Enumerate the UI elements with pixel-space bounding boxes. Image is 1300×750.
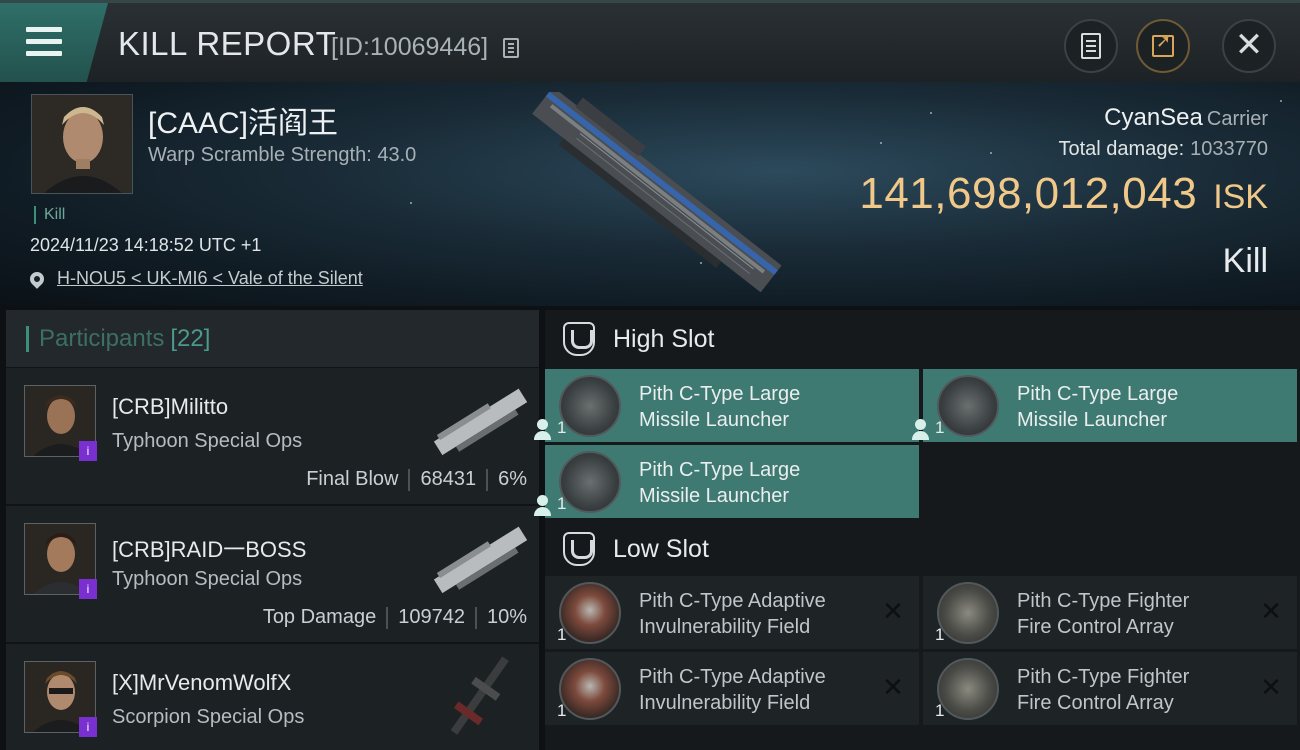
kill-value-info: CyanSea Carrier Total damage: 1033770 141,… bbox=[859, 104, 1268, 219]
participant-stats: Final Blow 68431 6% bbox=[306, 468, 527, 491]
total-damage-value: 1033770 bbox=[1190, 138, 1268, 160]
close-icon: ✕ bbox=[1234, 24, 1264, 65]
victim-ship-image[interactable] bbox=[520, 92, 790, 292]
participant-name: [CRB]Militto bbox=[112, 394, 229, 419]
participants-header[interactable]: Participants [22] bbox=[6, 310, 539, 368]
module-quantity: 1 bbox=[557, 625, 567, 644]
participant-ship: Scorpion Special Ops bbox=[112, 706, 305, 728]
result-label: Kill bbox=[1222, 242, 1268, 280]
participant-ship-image bbox=[433, 526, 528, 594]
kill-id: [ID:10069446] bbox=[331, 33, 489, 61]
low-slot-label: Low Slot bbox=[613, 534, 709, 563]
low-slot-icon bbox=[563, 532, 595, 566]
module-item[interactable]: 1 Pith C-Type Adaptive Invulnerability Fi… bbox=[545, 576, 919, 649]
module-quantity: 1 bbox=[935, 418, 945, 437]
participant-row[interactable]: i [X]MrVenomWolfX Scorpion Special Ops bbox=[6, 644, 539, 750]
high-slot-label: High Slot bbox=[613, 324, 715, 353]
destroyed-icon: ✕ bbox=[1260, 597, 1282, 627]
info-badge[interactable]: i bbox=[79, 717, 97, 737]
module-item[interactable]: 1 Pith C-Type Large Missile Launcher bbox=[534, 445, 919, 518]
destroyed-icon: ✕ bbox=[1260, 673, 1282, 703]
participant-percent: 6% bbox=[498, 468, 527, 490]
victim-summary: [CAAC]活阎王 Warp Scramble Strength: 43.0 K… bbox=[0, 82, 1300, 306]
report-button[interactable] bbox=[1064, 19, 1118, 73]
kill-datetime: 2024/11/23 14:18:52 UTC +1 bbox=[30, 235, 262, 255]
module-quantity: 1 bbox=[557, 418, 567, 437]
participant-ship-image bbox=[450, 656, 509, 735]
victim-name[interactable]: [CAAC]活阎王 bbox=[148, 98, 338, 142]
missile-launcher-icon bbox=[559, 375, 621, 437]
location[interactable]: H-NOU5 < UK-MI6 < Vale of the Silent bbox=[27, 268, 363, 289]
ship-class: Carrier bbox=[1206, 108, 1268, 130]
copy-icon[interactable] bbox=[503, 38, 519, 58]
dropped-icon bbox=[909, 418, 933, 442]
victim-portrait[interactable] bbox=[31, 94, 133, 194]
module-name: Pith C-Type Large Missile Launcher bbox=[639, 459, 801, 507]
participant-damage: 109742 bbox=[398, 606, 465, 628]
module-item[interactable]: 1 Pith C-Type Large Missile Launcher bbox=[534, 369, 919, 442]
participants-label: Participants bbox=[39, 324, 165, 352]
participants-count: [22] bbox=[170, 324, 211, 352]
isk-unit: ISK bbox=[1213, 178, 1268, 216]
info-badge[interactable]: i bbox=[79, 579, 97, 599]
participants-panel: Participants [22] i [CRB]Militto Typhoon… bbox=[6, 310, 539, 750]
total-damage-label: Total damage: bbox=[1058, 138, 1185, 160]
module-name: Pith C-Type Fighter Fire Control Array bbox=[1017, 590, 1190, 638]
participant-ship: Typhoon Special Ops bbox=[112, 430, 303, 452]
fire-control-array-icon bbox=[937, 658, 999, 720]
kill-tag: Kill bbox=[34, 206, 65, 224]
high-slot-header: High Slot bbox=[545, 310, 1300, 368]
info-badge[interactable]: i bbox=[79, 441, 97, 461]
module-quantity: 1 bbox=[935, 625, 945, 644]
module-name: Pith C-Type Fighter Fire Control Array bbox=[1017, 666, 1190, 714]
high-slot-icon bbox=[563, 322, 595, 356]
module-item[interactable]: 1 Pith C-Type Fighter Fire Control Array … bbox=[923, 652, 1297, 725]
isk-value: 141,698,012,043 bbox=[859, 169, 1198, 218]
invulnerability-field-icon bbox=[559, 658, 621, 720]
location-link[interactable]: H-NOU5 < UK-MI6 < Vale of the Silent bbox=[57, 268, 363, 289]
location-pin-icon bbox=[27, 268, 47, 289]
page-title: KILL REPORT bbox=[118, 25, 337, 62]
destroyed-icon: ✕ bbox=[882, 597, 904, 627]
invulnerability-field-icon bbox=[559, 582, 621, 644]
missile-launcher-icon bbox=[937, 375, 999, 437]
participant-row[interactable]: i [CRB]Militto Typhoon Special Ops Final… bbox=[6, 368, 539, 506]
participant-percent: 10% bbox=[486, 606, 527, 628]
participant-damage: 68431 bbox=[420, 468, 477, 490]
participant-stats: Top Damage 109742 10% bbox=[263, 606, 527, 629]
top-bar: KILL REPORT [ID:10069446] ✕ bbox=[0, 0, 1300, 83]
module-quantity: 1 bbox=[557, 494, 567, 513]
warp-scramble-strength: Warp Scramble Strength: 43.0 bbox=[148, 144, 417, 166]
share-button[interactable] bbox=[1136, 19, 1190, 73]
participant-ship: Typhoon Special Ops bbox=[112, 568, 303, 590]
dropped-icon bbox=[531, 418, 555, 442]
close-button[interactable]: ✕ bbox=[1222, 19, 1276, 73]
share-icon bbox=[1152, 31, 1174, 57]
fire-control-array-icon bbox=[937, 582, 999, 644]
module-quantity: 1 bbox=[935, 701, 945, 720]
participant-ship-image bbox=[433, 388, 528, 456]
missile-launcher-icon bbox=[559, 451, 621, 513]
low-slot-header: Low Slot bbox=[545, 520, 1300, 578]
document-icon bbox=[1081, 33, 1101, 59]
participant-name: [CRB]RAID一BOSS bbox=[112, 537, 307, 562]
hamburger-icon[interactable] bbox=[26, 27, 62, 57]
participant-name: [X]MrVenomWolfX bbox=[112, 670, 292, 695]
pilot-name[interactable]: CyanSea bbox=[1104, 104, 1203, 131]
module-name: Pith C-Type Large Missile Launcher bbox=[639, 383, 801, 431]
module-name: Pith C-Type Adaptive Invulnerability Fiel… bbox=[639, 666, 826, 714]
menu-button[interactable] bbox=[0, 3, 108, 83]
module-name: Pith C-Type Adaptive Invulnerability Fiel… bbox=[639, 590, 826, 638]
module-name: Pith C-Type Large Missile Launcher bbox=[1017, 383, 1179, 431]
module-item[interactable]: 1 Pith C-Type Large Missile Launcher bbox=[912, 369, 1297, 442]
fitting-panel: High Slot 1 Pith C-Type Large Missile Lau… bbox=[534, 310, 1300, 750]
module-item[interactable]: 1 Pith C-Type Fighter Fire Control Array … bbox=[923, 576, 1297, 649]
module-quantity: 1 bbox=[557, 701, 567, 720]
destroyed-icon: ✕ bbox=[882, 673, 904, 703]
participant-role: Final Blow bbox=[306, 468, 399, 490]
module-item[interactable]: 1 Pith C-Type Adaptive Invulnerability Fi… bbox=[545, 652, 919, 725]
dropped-icon bbox=[531, 494, 555, 518]
participant-row[interactable]: i [CRB]RAID一BOSS Typhoon Special Ops Top… bbox=[6, 506, 539, 644]
participant-role: Top Damage bbox=[262, 606, 377, 628]
